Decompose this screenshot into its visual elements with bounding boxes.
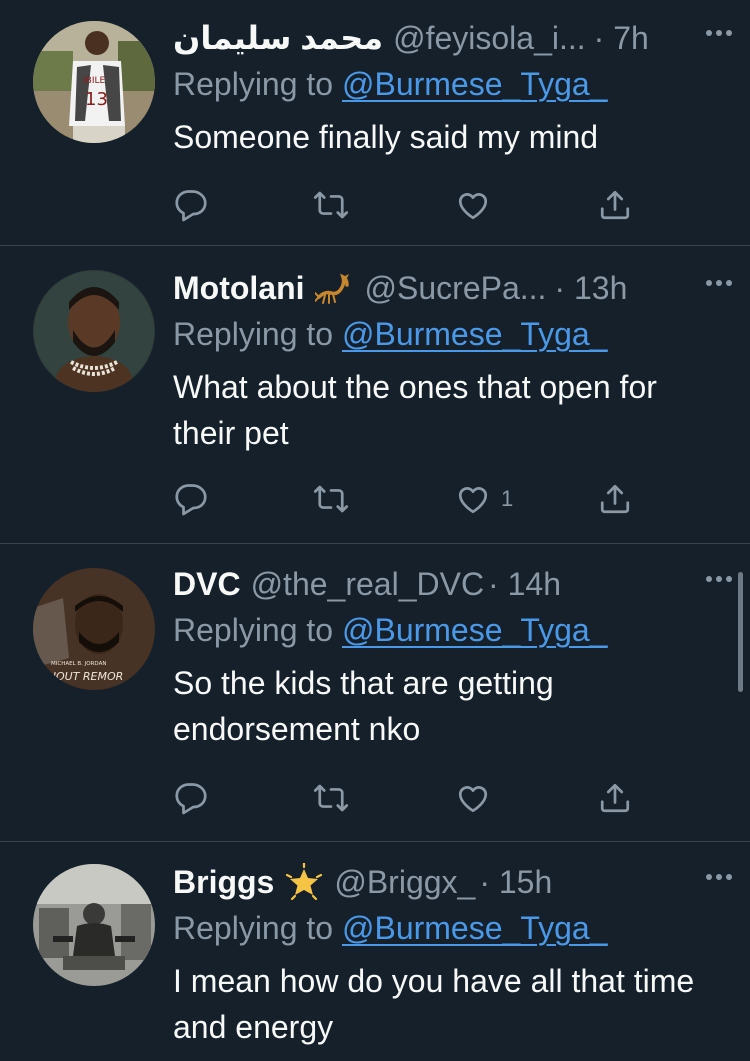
tweet[interactable]: Motolani @SucrePa... · 13h Replying to @…	[0, 246, 750, 544]
tweet-text: Someone finally said my mind	[173, 119, 599, 155]
replying-to: Replying to @Burmese_Tyga_	[173, 610, 724, 650]
avatar[interactable]: MICHAEL B. JORDAN THOUT REMOR	[33, 568, 155, 690]
share-button[interactable]	[597, 185, 633, 225]
display-name[interactable]: Motolani	[173, 270, 305, 307]
more-options-button[interactable]	[704, 18, 734, 53]
reply-icon	[175, 484, 207, 516]
scorpion-icon	[314, 271, 355, 305]
timestamp[interactable]: · 14h	[488, 566, 561, 603]
avatar[interactable]	[33, 270, 155, 392]
replying-to-link[interactable]: @Burmese_Tyga_	[342, 612, 608, 648]
more-icon	[706, 576, 732, 582]
more-icon	[706, 280, 732, 286]
glowing-star-icon	[286, 863, 323, 901]
share-icon	[600, 190, 630, 220]
share-button[interactable]	[597, 479, 633, 519]
svg-text:IBILE: IBILE	[83, 76, 105, 86]
reply-button[interactable]	[173, 778, 209, 818]
like-icon	[458, 786, 488, 813]
tweet-header: محمد سليمان @feyisola_i... · 7h	[173, 18, 724, 58]
tweet[interactable]: IBILE 13 محمد سليمان @feyisola_i... · 7h…	[0, 0, 750, 246]
replying-to-label: Replying to	[173, 910, 342, 946]
tweet-header: DVC @the_real_DVC · 14h	[173, 564, 724, 604]
replying-to: Replying to @Burmese_Tyga_	[173, 908, 724, 948]
reply-icon	[175, 783, 207, 815]
display-name[interactable]: محمد سليمان	[173, 19, 383, 57]
avatar[interactable]: IBILE 13	[33, 21, 155, 143]
profile-photo-icon	[33, 864, 155, 986]
share-button[interactable]	[597, 778, 633, 818]
tweet-header: Motolani @SucrePa... · 13h	[173, 268, 724, 308]
like-button[interactable]	[455, 778, 501, 818]
tweet[interactable]: MICHAEL B. JORDAN THOUT REMOR DVC @the_r…	[0, 544, 750, 842]
retweet-icon	[313, 784, 349, 812]
retweet-icon	[313, 191, 349, 219]
reply-button[interactable]	[173, 479, 209, 519]
replying-to-link[interactable]: @Burmese_Tyga_	[342, 910, 608, 946]
timestamp[interactable]: · 15h	[479, 864, 552, 901]
like-button[interactable]	[455, 185, 501, 225]
display-name[interactable]: Briggs	[173, 864, 274, 901]
replying-to-label: Replying to	[173, 316, 342, 352]
tweet-text: What about the ones that open for their …	[173, 369, 657, 451]
svg-text:THOUT REMOR: THOUT REMOR	[41, 670, 123, 683]
retweet-button[interactable]	[313, 185, 349, 225]
more-options-button[interactable]	[704, 862, 734, 897]
profile-photo-icon	[33, 270, 155, 392]
svg-text:13: 13	[85, 89, 108, 110]
like-count: 1	[501, 486, 514, 511]
display-name[interactable]: DVC	[173, 566, 241, 603]
more-icon	[706, 30, 732, 36]
user-handle[interactable]: @Briggx_	[334, 864, 475, 901]
user-handle[interactable]: @SucrePa...	[365, 270, 547, 307]
replying-to-link[interactable]: @Burmese_Tyga_	[342, 316, 608, 352]
glowing-star-icon	[284, 863, 324, 901]
profile-photo-icon: MICHAEL B. JORDAN THOUT REMOR	[33, 568, 155, 690]
tweet-header: Briggs @Briggx_ · 15h	[173, 862, 724, 902]
retweet-icon	[313, 485, 349, 513]
tweet[interactable]: Briggs @Briggx_ · 15h Replying to @Burme…	[0, 842, 750, 1061]
timestamp[interactable]: · 7h	[594, 20, 649, 57]
more-icon	[706, 874, 732, 880]
like-icon	[458, 193, 488, 220]
more-options-button[interactable]	[704, 268, 734, 303]
share-icon	[600, 783, 630, 813]
like-icon	[458, 487, 488, 514]
replying-to: Replying to @Burmese_Tyga_	[173, 314, 724, 354]
replying-to: Replying to @Burmese_Tyga_	[173, 64, 724, 104]
more-options-button[interactable]	[704, 564, 734, 599]
reply-button[interactable]	[173, 185, 209, 225]
scrollbar[interactable]	[738, 572, 743, 692]
svg-text:MICHAEL B. JORDAN: MICHAEL B. JORDAN	[51, 661, 106, 667]
user-handle[interactable]: @the_real_DVC	[251, 566, 484, 603]
avatar[interactable]	[33, 864, 155, 986]
replying-to-label: Replying to	[173, 66, 342, 102]
reply-icon	[175, 190, 207, 222]
tweet-text: I mean how do you have all that time and…	[173, 963, 695, 1045]
timestamp[interactable]: · 13h	[554, 270, 627, 307]
retweet-button[interactable]	[313, 479, 349, 519]
replying-to-label: Replying to	[173, 612, 342, 648]
action-bar	[173, 185, 663, 225]
action-bar	[173, 778, 663, 818]
like-button[interactable]: 1	[455, 479, 513, 519]
action-bar: 1	[173, 479, 663, 519]
replying-to-link[interactable]: @Burmese_Tyga_	[342, 66, 608, 102]
profile-photo-icon: IBILE 13	[33, 21, 155, 143]
share-icon	[600, 484, 630, 514]
scorpion-icon	[314, 273, 349, 304]
tweet-text: So the kids that are getting endorsement…	[173, 665, 554, 747]
user-handle[interactable]: @feyisola_i...	[393, 20, 586, 57]
retweet-button[interactable]	[313, 778, 349, 818]
